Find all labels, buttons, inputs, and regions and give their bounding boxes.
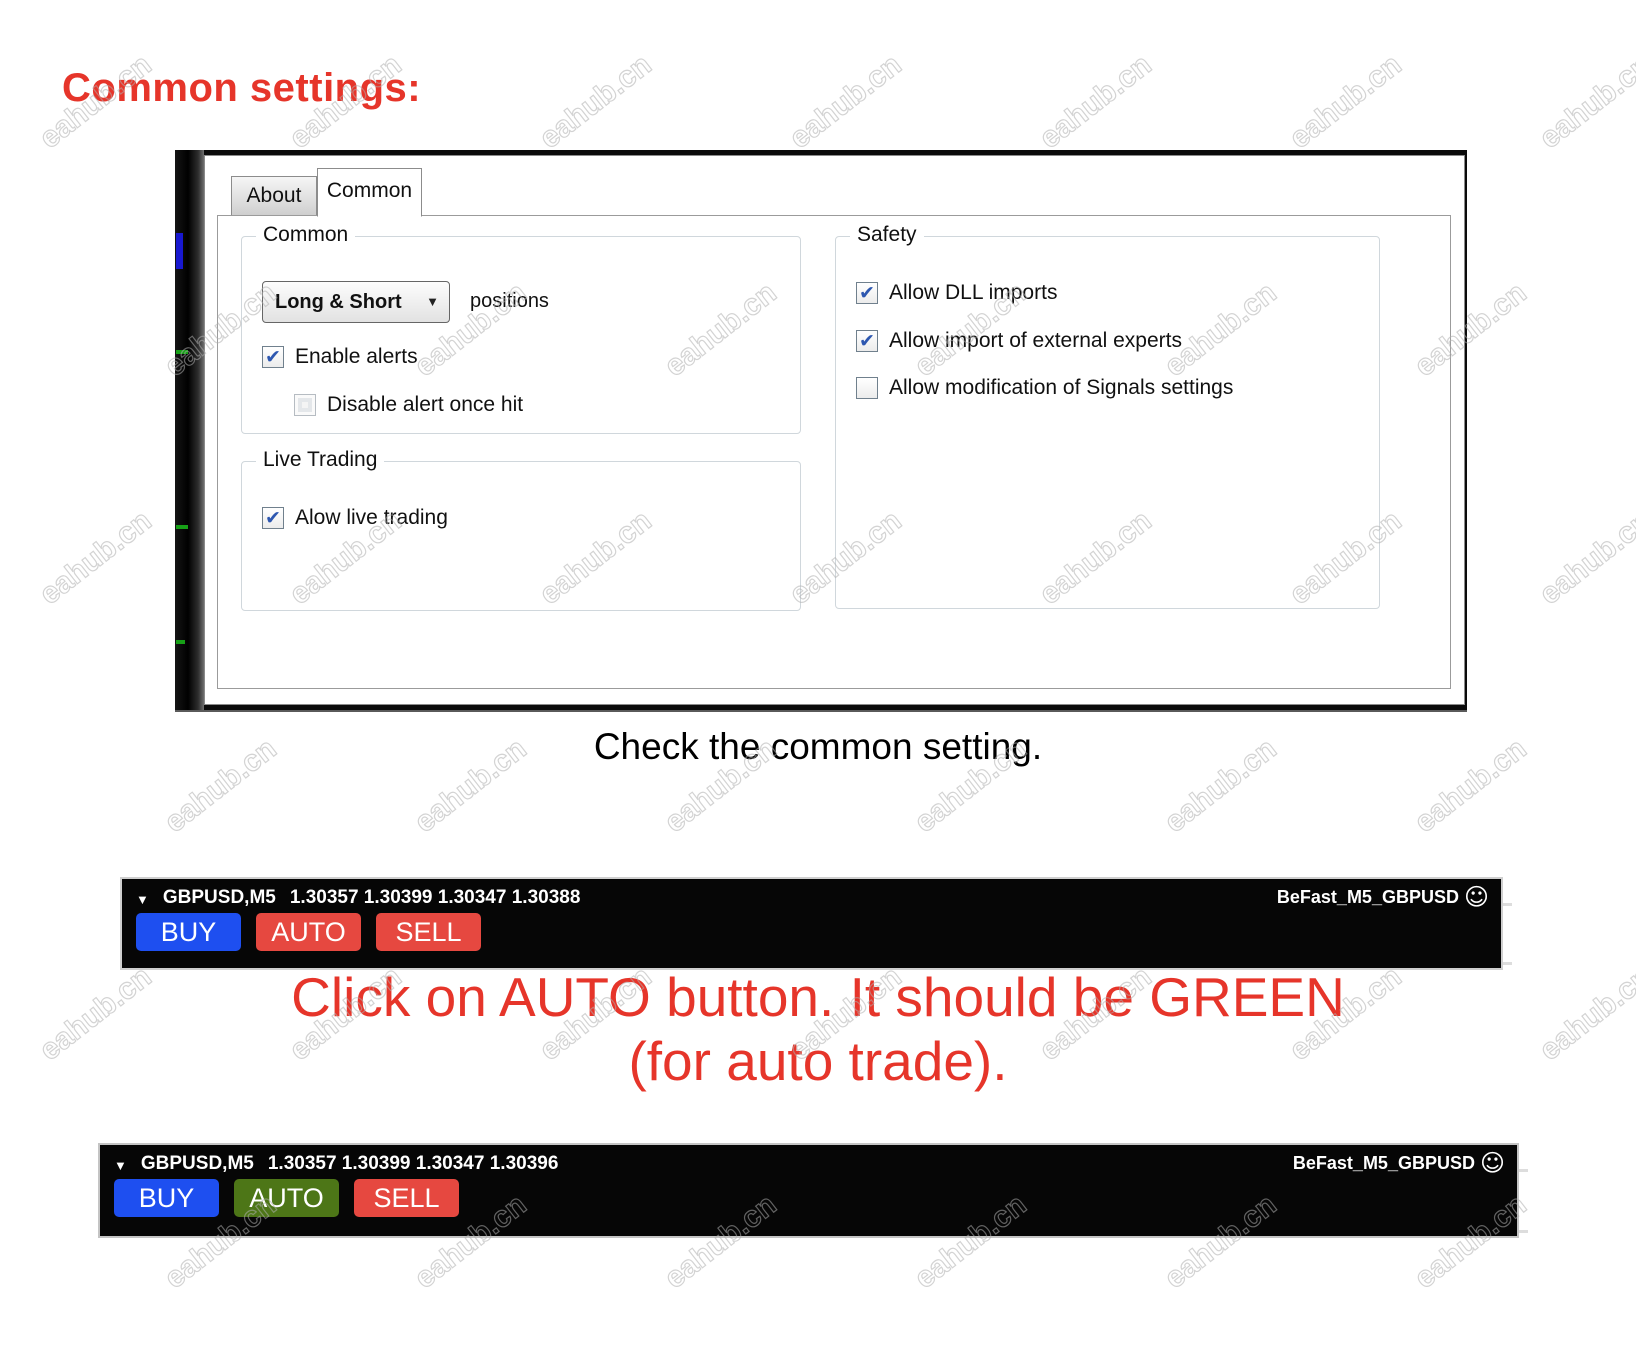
checkbox-row-disable-alert: Disable alert once hit: [294, 393, 523, 417]
check-icon: ✔: [859, 282, 875, 304]
check-icon: ✔: [265, 507, 281, 529]
scale-tick: [1503, 903, 1512, 906]
tab-common[interactable]: Common: [317, 168, 422, 217]
caption-text: Check the common setting.: [593, 726, 1043, 767]
ea-name-badge: BeFast_M5_GBPUSD ☺: [1277, 885, 1489, 909]
buy-button[interactable]: BUY: [136, 913, 241, 951]
allow-live-trading-checkbox[interactable]: ✔: [262, 507, 284, 529]
allow-dll-imports-label: Allow DLL imports: [889, 281, 1058, 304]
ea-name-label: BeFast_M5_GBPUSD: [1292, 1152, 1475, 1173]
allow-modification-signals-checkbox[interactable]: [856, 377, 878, 399]
checkbox-row-allow-import-experts: ✔ Allow import of external experts: [856, 329, 1182, 353]
mt4-oneclick-toolbar-auto-off: ▼ GBPUSD,M5 1.30357 1.30399 1.30347 1.30…: [120, 877, 1512, 970]
expert-settings-screenshot: About Common Common Long & Short ▼ posit…: [175, 150, 1467, 712]
mt4-oneclick-toolbar-auto-on: ▼ GBPUSD,M5 1.30357 1.30399 1.30347 1.30…: [98, 1143, 1528, 1238]
sell-button[interactable]: SELL: [376, 913, 481, 951]
scale-tick: [1519, 1230, 1528, 1233]
tab-about[interactable]: About: [231, 176, 317, 216]
smiley-icon: ☺: [1463, 883, 1489, 911]
chart-candle-fragment: [176, 233, 183, 269]
checkbox-row-enable-alerts: ✔ Enable alerts: [262, 345, 418, 369]
check-icon: ✔: [265, 346, 281, 368]
trade-buttons: BUY AUTO SELL: [114, 1179, 459, 1217]
instruction-line-2: (for auto trade).: [628, 1029, 1008, 1092]
scale-tick: [1519, 1169, 1528, 1172]
positions-dropdown-value: Long & Short: [275, 291, 402, 313]
watermark: eahub.cn: [1283, 47, 1408, 156]
watermark: eahub.cn: [33, 503, 158, 612]
chevron-down-icon: ▼: [426, 294, 439, 309]
chart-tick-fragment: [176, 350, 188, 354]
allow-import-external-experts-checkbox[interactable]: ✔: [856, 330, 878, 352]
symbol-marker-icon: ▼: [136, 891, 149, 907]
chart-tick-fragment: [176, 525, 188, 529]
positions-dropdown[interactable]: Long & Short ▼: [262, 281, 450, 323]
group-safety: Safety ✔ Allow DLL imports ✔ Allow impor…: [835, 223, 1380, 609]
group-live-trading: Live Trading ✔ Alow live trading: [241, 448, 801, 611]
price-quotes: 1.30357 1.30399 1.30347 1.30388: [289, 887, 581, 908]
watermark: eahub.cn: [1533, 503, 1636, 612]
ticker-line: ▼ GBPUSD,M5 1.30357 1.30399 1.30347 1.30…: [114, 1153, 558, 1175]
allow-import-external-experts-label: Allow import of external experts: [889, 329, 1182, 352]
instruction-text: Click on AUTO button. It should be GREEN…: [0, 966, 1636, 1094]
page-title: Common settings:: [62, 66, 422, 110]
watermark: eahub.cn: [1533, 47, 1636, 156]
auto-button[interactable]: AUTO: [256, 913, 361, 951]
enable-alerts-checkbox[interactable]: ✔: [262, 346, 284, 368]
symbol-label: GBPUSD,M5: [140, 1153, 254, 1174]
price-quotes: 1.30357 1.30399 1.30347 1.30396: [267, 1153, 559, 1174]
buy-button[interactable]: BUY: [114, 1179, 219, 1217]
watermark: eahub.cn: [1033, 47, 1158, 156]
tab-panel-common: Common Long & Short ▼ positions ✔ Enable…: [217, 215, 1451, 689]
watermark: eahub.cn: [533, 47, 658, 156]
disable-alert-once-hit-checkbox: [294, 394, 316, 416]
check-icon: ✔: [859, 330, 875, 352]
allow-modification-signals-label: Allow modification of Signals settings: [889, 376, 1234, 399]
scale-tick: [1503, 962, 1512, 965]
smiley-icon: ☺: [1479, 1149, 1505, 1177]
group-common-title: Common: [256, 223, 356, 247]
symbol-marker-icon: ▼: [114, 1157, 127, 1173]
allow-live-trading-label: Alow live trading: [295, 506, 448, 529]
group-safety-title: Safety: [850, 223, 924, 247]
instruction-line-1: Click on AUTO button. It should be GREEN: [291, 966, 1345, 1028]
enable-alerts-label: Enable alerts: [295, 345, 418, 368]
allow-dll-imports-checkbox[interactable]: ✔: [856, 282, 878, 304]
chart-tick-fragment: [176, 640, 185, 644]
auto-button[interactable]: AUTO: [234, 1179, 339, 1217]
checkbox-row-allow-live-trading: ✔ Alow live trading: [262, 506, 448, 530]
group-common: Common Long & Short ▼ positions ✔ Enable…: [241, 223, 801, 434]
checkbox-row-allow-signals-modification: Allow modification of Signals settings: [856, 376, 1233, 400]
positions-label: positions: [470, 290, 549, 312]
expert-properties-dialog: About Common Common Long & Short ▼ posit…: [204, 155, 1465, 705]
sell-button[interactable]: SELL: [354, 1179, 459, 1217]
chart-edge-strip: [175, 150, 204, 710]
ea-name-badge: BeFast_M5_GBPUSD ☺: [1293, 1151, 1505, 1175]
watermark: eahub.cn: [783, 47, 908, 156]
ticker-line: ▼ GBPUSD,M5 1.30357 1.30399 1.30347 1.30…: [136, 887, 580, 909]
checkbox-row-allow-dll: ✔ Allow DLL imports: [856, 281, 1057, 305]
ea-name-label: BeFast_M5_GBPUSD: [1276, 886, 1459, 907]
symbol-label: GBPUSD,M5: [162, 887, 276, 908]
group-live-trading-title: Live Trading: [256, 448, 385, 472]
trade-buttons: BUY AUTO SELL: [136, 913, 481, 951]
disable-alert-once-hit-label: Disable alert once hit: [327, 393, 524, 416]
